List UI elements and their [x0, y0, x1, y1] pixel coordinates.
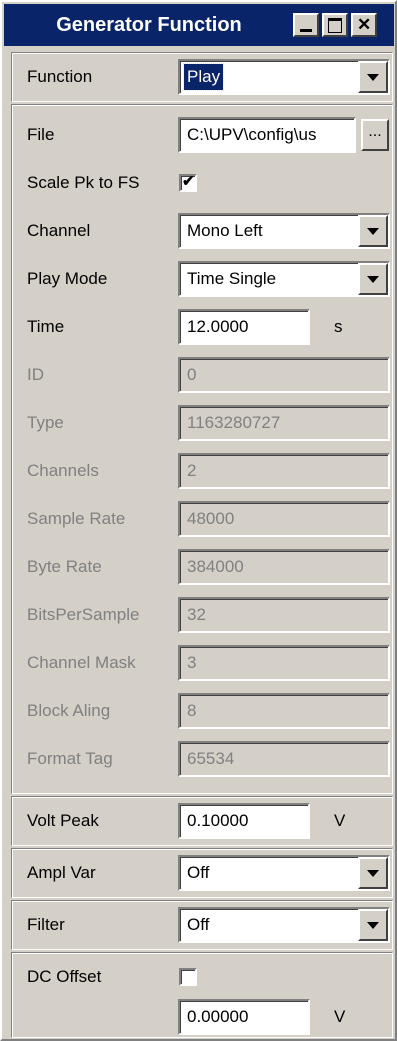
window-title: Generator Function [56, 14, 242, 36]
minimize-icon[interactable] [293, 13, 319, 37]
block-aling-label: Block Aling [27, 701, 111, 720]
channels-value: 2 [187, 461, 197, 480]
channel-mask-value: 3 [187, 653, 197, 672]
scale-pk-row: Scale Pk to FS ✔ [12, 159, 392, 207]
block-aling-field: 8 [178, 693, 390, 729]
type-label: Type [27, 413, 64, 432]
filter-row: Filter Off [12, 901, 392, 949]
time-unit: s [334, 317, 343, 336]
channel-mask-field: 3 [178, 645, 390, 681]
format-tag-row: Format Tag 65534 [12, 735, 392, 783]
byte-rate-field: 384000 [178, 549, 390, 585]
type-value: 1163280727 [187, 413, 281, 432]
time-value: 12.0000 [187, 317, 249, 336]
ampl-var-value: Off [187, 863, 210, 882]
volt-peak-label: Volt Peak [27, 811, 99, 830]
chevron-down-icon[interactable] [358, 857, 388, 889]
bits-per-sample-field: 32 [178, 597, 390, 633]
dc-offset-value: 0.00000 [187, 1007, 249, 1026]
volt-peak-field[interactable]: 0.10000 [178, 803, 310, 839]
function-group: Function Play [11, 52, 393, 102]
file-field[interactable]: C:\UPV\config\us [178, 117, 356, 153]
scale-pk-checkbox[interactable]: ✔ [179, 173, 197, 192]
function-row: Function Play [12, 53, 392, 101]
dc-offset-unit: V [334, 1007, 346, 1026]
format-tag-value: 65534 [187, 749, 235, 768]
file-row: File C:\UPV\config\us ... [12, 111, 392, 159]
channels-field: 2 [178, 453, 390, 489]
play-mode-select[interactable]: Time Single [178, 261, 390, 297]
close-icon[interactable] [351, 13, 377, 37]
browse-button[interactable]: ... [361, 119, 389, 151]
format-tag-label: Format Tag [27, 749, 113, 768]
file-value: C:\UPV\config\us [187, 125, 317, 144]
byte-rate-label: Byte Rate [27, 557, 102, 576]
play-mode-row: Play Mode Time Single [12, 255, 392, 303]
chevron-down-icon[interactable] [358, 61, 388, 93]
id-field: 0 [178, 357, 390, 393]
filter-group: Filter Off [11, 900, 393, 950]
scale-pk-label: Scale Pk to FS [27, 173, 140, 192]
format-tag-field: 65534 [178, 741, 390, 777]
channel-select[interactable]: Mono Left [178, 213, 390, 249]
channels-label: Channels [27, 461, 99, 480]
function-value: Play [182, 63, 225, 91]
block-aling-value: 8 [187, 701, 197, 720]
sample-rate-value: 48000 [187, 509, 235, 528]
channel-row: Channel Mono Left [12, 207, 392, 255]
sample-rate-field: 48000 [178, 501, 390, 537]
filter-value: Off [187, 915, 210, 934]
file-group: File C:\UPV\config\us ... Scale Pk to FS… [11, 104, 393, 794]
ampl-var-select[interactable]: Off [178, 855, 390, 891]
dc-offset-checkbox[interactable] [179, 968, 197, 986]
time-label: Time [27, 317, 65, 336]
sample-rate-row: Sample Rate 48000 [12, 495, 392, 543]
ampl-var-group: Ampl Var Off [11, 848, 393, 898]
ampl-var-row: Ampl Var Off [12, 849, 392, 897]
filter-select[interactable]: Off [178, 907, 390, 943]
byte-rate-row: Byte Rate 384000 [12, 543, 392, 591]
function-select[interactable]: Play [178, 59, 390, 95]
channel-mask-label: Channel Mask [27, 653, 136, 672]
ampl-var-label: Ampl Var [27, 863, 96, 882]
channel-value: Mono Left [187, 221, 263, 240]
chevron-down-icon[interactable] [358, 909, 388, 941]
chevron-down-icon[interactable] [358, 215, 388, 247]
dc-offset-group: DC Offset 0.00000 V [11, 952, 393, 1038]
play-mode-value: Time Single [187, 269, 277, 288]
id-label: ID [27, 365, 44, 384]
time-row: Time 12.0000 s [12, 303, 392, 351]
function-label: Function [27, 67, 93, 86]
channels-row: Channels 2 [12, 447, 392, 495]
checkmark-icon: ✔ [182, 173, 195, 190]
type-row: Type 1163280727 [12, 399, 392, 447]
bits-per-sample-label: BitsPerSample [27, 605, 140, 624]
maximize-icon[interactable] [322, 13, 348, 37]
byte-rate-value: 384000 [187, 557, 244, 576]
dc-offset-value-row: 0.00000 V [12, 993, 392, 1041]
bits-per-sample-value: 32 [187, 605, 206, 624]
id-value: 0 [187, 365, 197, 384]
volt-peak-unit: V [334, 811, 346, 830]
volt-peak-value: 0.10000 [187, 811, 249, 830]
volt-peak-group: Volt Peak 0.10000 V [11, 796, 393, 846]
volt-peak-row: Volt Peak 0.10000 V [12, 797, 392, 845]
title-bar[interactable]: Generator Function [4, 4, 394, 46]
dc-offset-field[interactable]: 0.00000 [178, 999, 310, 1035]
sample-rate-label: Sample Rate [27, 509, 126, 528]
type-field: 1163280727 [178, 405, 390, 441]
file-label: File [27, 125, 55, 144]
generator-function-window: Generator Function Function Play File C:… [0, 0, 397, 1041]
time-field[interactable]: 12.0000 [178, 309, 310, 345]
filter-label: Filter [27, 915, 65, 934]
channel-mask-row: Channel Mask 3 [12, 639, 392, 687]
chevron-down-icon[interactable] [358, 263, 388, 295]
bits-per-sample-row: BitsPerSample 32 [12, 591, 392, 639]
channel-label: Channel [27, 221, 91, 240]
id-row: ID 0 [12, 351, 392, 399]
play-mode-label: Play Mode [27, 269, 108, 288]
block-aling-row: Block Aling 8 [12, 687, 392, 735]
